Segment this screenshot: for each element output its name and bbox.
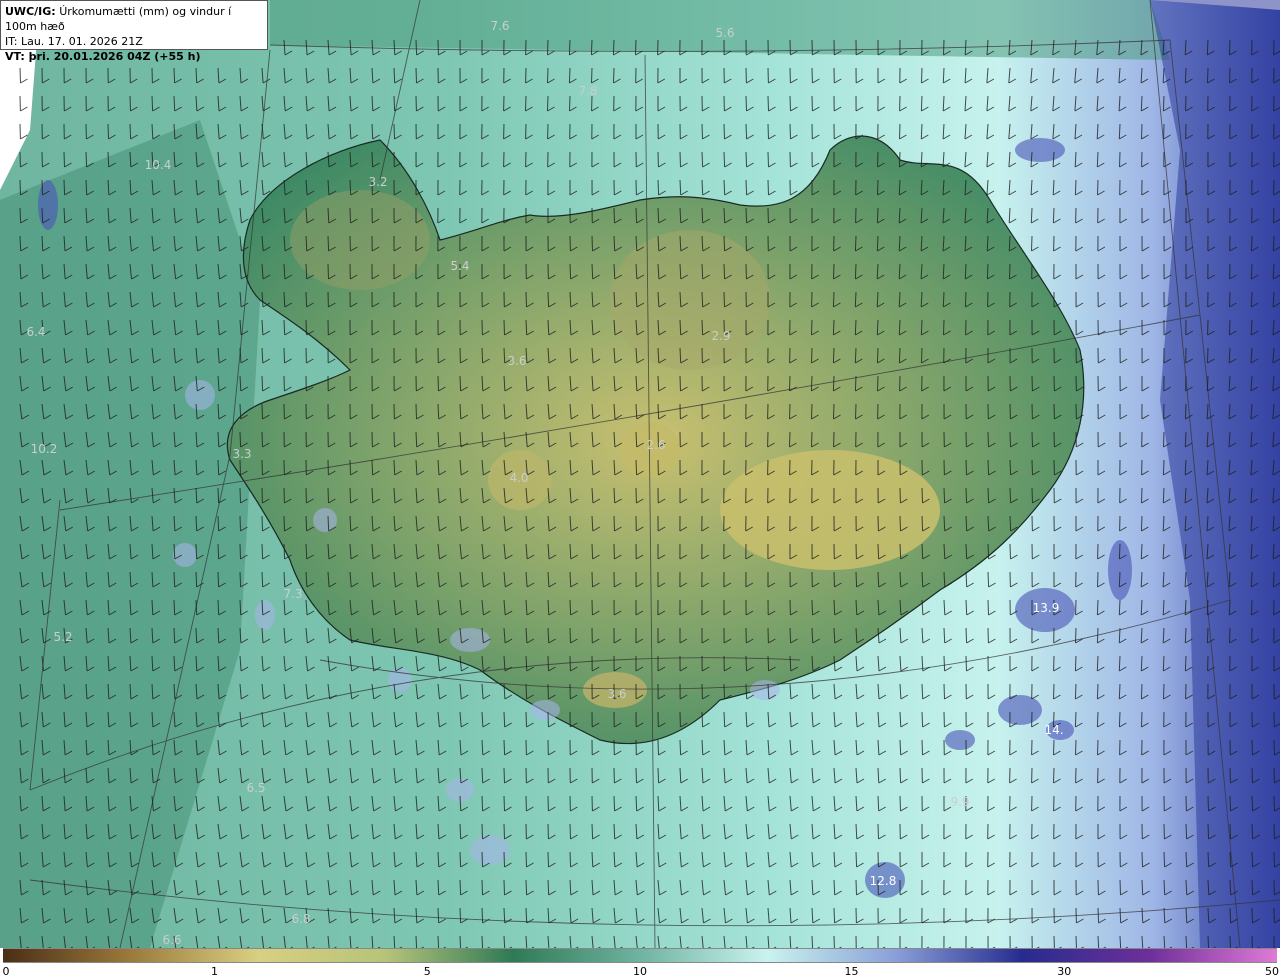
map-value-label: 2.9 — [711, 329, 731, 343]
glacier-vatnajokull — [720, 450, 940, 570]
map-value-label: 3.6 — [507, 354, 527, 368]
chart-header: UWC/IG: Úrkomumætti (mm) og vindur í 100… — [0, 0, 268, 63]
map-value-label: 10.4 — [144, 158, 172, 172]
map-value-label: 6.5 — [246, 781, 266, 795]
map-value-label: 5.6 — [715, 26, 735, 40]
map-value-label: 3.6 — [607, 687, 627, 701]
colorbar-tick-label: 0 — [2, 965, 10, 978]
map-value-label: 10.2 — [30, 442, 58, 456]
init-time: IT: Lau. 17. 01. 2026 21Z — [5, 35, 143, 48]
valid-time: VT: þri. 20.01.2026 04Z (+55 h) — [5, 50, 201, 63]
colorbar-tick-label: 10 — [633, 965, 647, 978]
colorbar-tick-label: 30 — [1057, 965, 1072, 978]
colorbar — [3, 948, 1277, 963]
map-value-label: 7.8 — [578, 84, 598, 98]
colorbar-tick-label: 50 — [1265, 965, 1279, 978]
map-value-label: 13.9 — [1032, 601, 1060, 615]
map-value-label: 6.6 — [162, 933, 182, 947]
map-value-label: 5.2 — [53, 630, 73, 644]
highland-westfjords — [290, 190, 430, 290]
map-value-label: 7.3 — [283, 587, 303, 601]
map-value-label: 6.8 — [291, 912, 311, 926]
map-value-label: 14. — [1044, 723, 1064, 737]
map-value-label: 6.4 — [26, 325, 46, 339]
precipitation-wind-map — [0, 0, 1280, 948]
colorbar-tick-label: 1 — [210, 965, 218, 978]
model-name: UWC/IG: — [5, 5, 56, 18]
map-value-label: 3.2 — [368, 175, 388, 189]
map-value-label: 2.6 — [646, 438, 666, 452]
map-value-label: 5.4 — [450, 259, 470, 273]
map-value-label: 9.9 — [950, 795, 970, 809]
map-value-label: 12.8 — [869, 874, 897, 888]
map-value-label: 4.0 — [509, 471, 529, 485]
chart-title: UWC/IG: Úrkomumætti (mm) og vindur í 100… — [5, 4, 263, 34]
colorbar-tick-label: 15 — [844, 965, 859, 978]
colorbar-legend: 0 1 5 10 15 30 50 — [0, 948, 1280, 978]
map-value-label: 7.6 — [490, 19, 510, 33]
map-value-label: 3.3 — [232, 447, 252, 461]
colorbar-tick-label: 5 — [423, 965, 431, 978]
